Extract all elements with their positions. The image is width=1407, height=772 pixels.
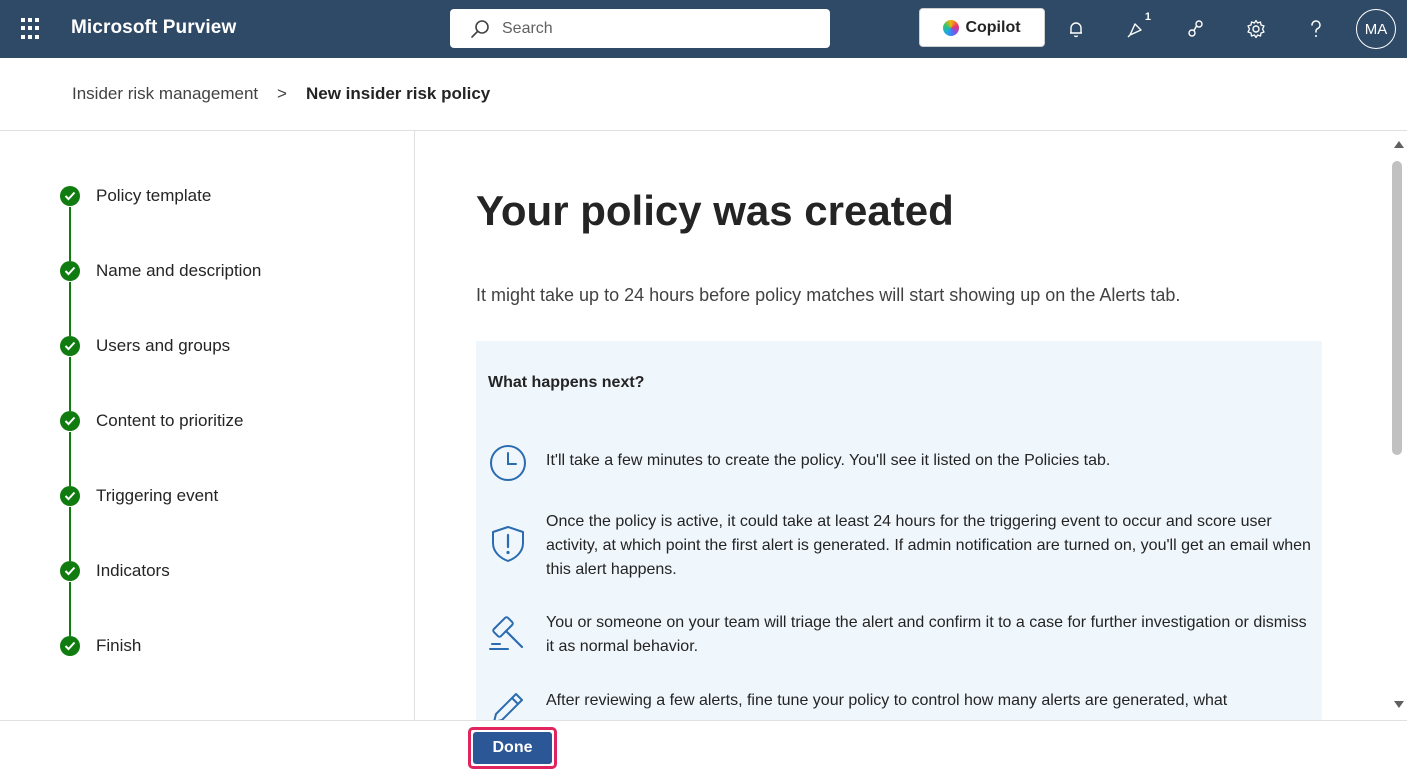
gavel-icon [489,616,524,650]
checkmark-icon [60,186,80,206]
copilot-button[interactable]: Copilot [919,8,1045,47]
step-connector [69,582,71,636]
avatar[interactable]: MA [1356,9,1396,49]
footer-bar: Done [0,720,1407,772]
step-connector [69,357,71,411]
notifications-icon[interactable] [1061,14,1091,44]
step-triggering-event[interactable]: Triggering event [60,484,218,508]
search-icon [471,19,489,38]
pencil-icon [493,693,523,720]
breadcrumb: Insider risk management > New insider ri… [0,58,1407,131]
scroll-down-icon[interactable] [1394,701,1404,708]
shield-alert-icon [492,526,524,562]
breadcrumb-current: New insider risk policy [306,84,491,103]
search-input[interactable]: Search [502,20,553,38]
step-label: Indicators [96,561,170,580]
done-button[interactable]: Done [473,732,552,764]
step-connector [69,507,71,561]
next-steps-panel: What happens next? It'll take a few minu… [476,341,1322,720]
step-indicators[interactable]: Indicators [60,559,170,583]
step-label: Triggering event [96,486,219,505]
step-label: Policy template [96,186,212,205]
step-label: Name and description [96,261,262,280]
scrollbar-thumb[interactable] [1392,161,1402,455]
checkmark-icon [60,561,80,581]
settings-icon[interactable] [1241,14,1271,44]
panel-title: What happens next? [488,374,645,391]
checkmark-icon [60,336,80,356]
step-label: Finish [96,636,142,655]
checkmark-icon [60,411,80,431]
wizard-steps: Policy template Name and description Use… [0,131,415,720]
next-step-item: Once the policy is active, it could take… [546,513,1311,578]
breadcrumb-parent-link[interactable]: Insider risk management [72,84,258,104]
clock-icon [490,445,526,481]
app-title[interactable]: Microsoft Purview [71,17,236,39]
feedback-icon[interactable]: 1 [1121,11,1151,44]
main-content: Your policy was created It might take up… [416,131,1391,720]
page-subtext: It might take up to 24 hours before poli… [476,285,1181,305]
step-policy-template[interactable]: Policy template [60,184,211,208]
scroll-up-icon[interactable] [1394,141,1404,148]
checkmark-icon [60,486,80,506]
step-content-to-prioritize[interactable]: Content to prioritize [60,409,243,433]
step-connector [69,282,71,336]
next-step-item: It'll take a few minutes to create the p… [546,452,1111,469]
step-label: Content to prioritize [96,411,244,430]
notification-badge: 1 [1144,11,1151,23]
connections-icon[interactable] [1181,14,1211,44]
step-connector [69,432,71,486]
copilot-icon [943,19,960,36]
step-users-and-groups[interactable]: Users and groups [60,334,230,358]
copilot-label: Copilot [965,18,1021,36]
vertical-scrollbar[interactable] [1390,131,1407,720]
step-label: Users and groups [96,336,231,355]
page-title: Your policy was created [476,187,954,234]
search-box[interactable]: Search [450,9,830,48]
step-name-and-description[interactable]: Name and description [60,259,261,283]
app-launcher-icon[interactable] [20,18,42,40]
step-connector [69,207,71,261]
next-step-item: After reviewing a few alerts, fine tune … [546,692,1228,709]
checkmark-icon [60,261,80,281]
step-finish[interactable]: Finish [60,634,141,658]
checkmark-icon [60,636,80,656]
next-step-item: You or someone on your team will triage … [546,614,1307,655]
top-bar: Microsoft Purview Search Copilot 1 MA [0,0,1407,58]
help-icon[interactable] [1301,14,1331,44]
chevron-right-icon: > [277,84,287,103]
